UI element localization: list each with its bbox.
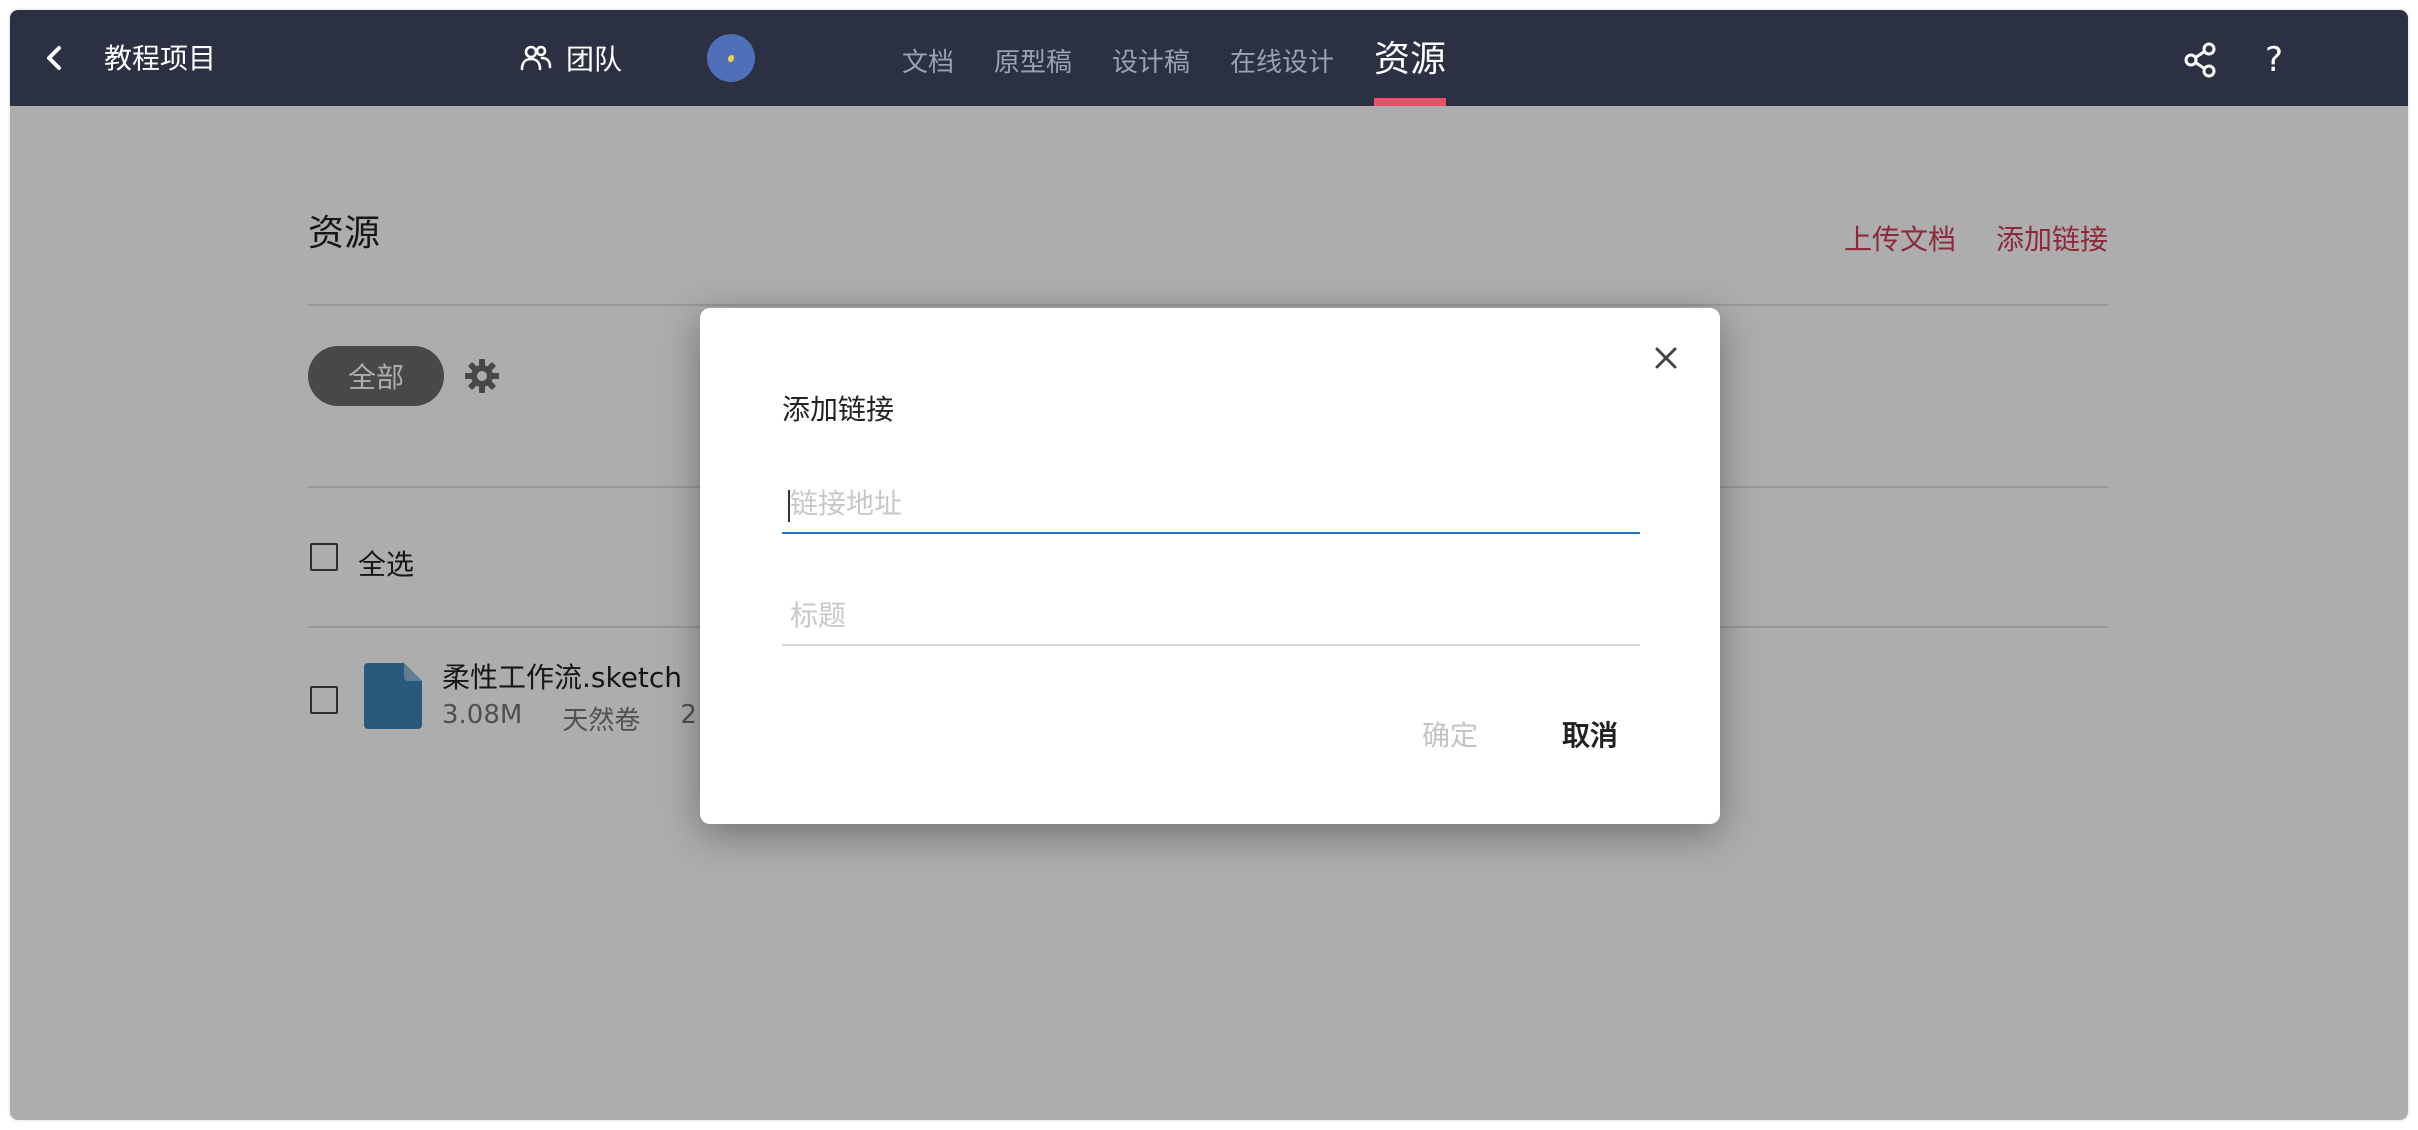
- top-nav-bar: 教程项目 团队 文档 原型稿 设计稿 在线设计 资源 ?: [10, 10, 2408, 106]
- close-icon: [1655, 347, 1677, 369]
- text-cursor: [788, 490, 790, 522]
- confirm-button[interactable]: 确定: [1422, 714, 1478, 754]
- app-window: 教程项目 团队 文档 原型稿 设计稿 在线设计 资源 ? 资源 上传文档 添加链…: [10, 10, 2408, 1120]
- tab-designs[interactable]: 设计稿: [1112, 48, 1190, 78]
- cancel-button[interactable]: 取消: [1562, 714, 1618, 754]
- active-tab-indicator: [1374, 98, 1446, 106]
- tab-online-design[interactable]: 在线设计: [1230, 48, 1334, 78]
- tab-documents[interactable]: 文档: [902, 48, 954, 78]
- dialog-title: 添加链接: [782, 393, 895, 426]
- tab-resources[interactable]: 资源: [1374, 40, 1446, 80]
- link-url-input[interactable]: [782, 474, 1640, 534]
- share-icon: [2184, 42, 2216, 78]
- tab-prototypes[interactable]: 原型稿: [994, 48, 1072, 78]
- tab-bar: 文档 原型稿 设计稿 在线设计 资源: [10, 10, 2408, 106]
- link-title-input[interactable]: [782, 586, 1640, 646]
- add-link-dialog: 添加链接 确定 取消: [700, 308, 1720, 824]
- help-button[interactable]: ?: [2254, 40, 2294, 80]
- share-button[interactable]: [2180, 40, 2220, 80]
- close-button[interactable]: [1646, 338, 1686, 378]
